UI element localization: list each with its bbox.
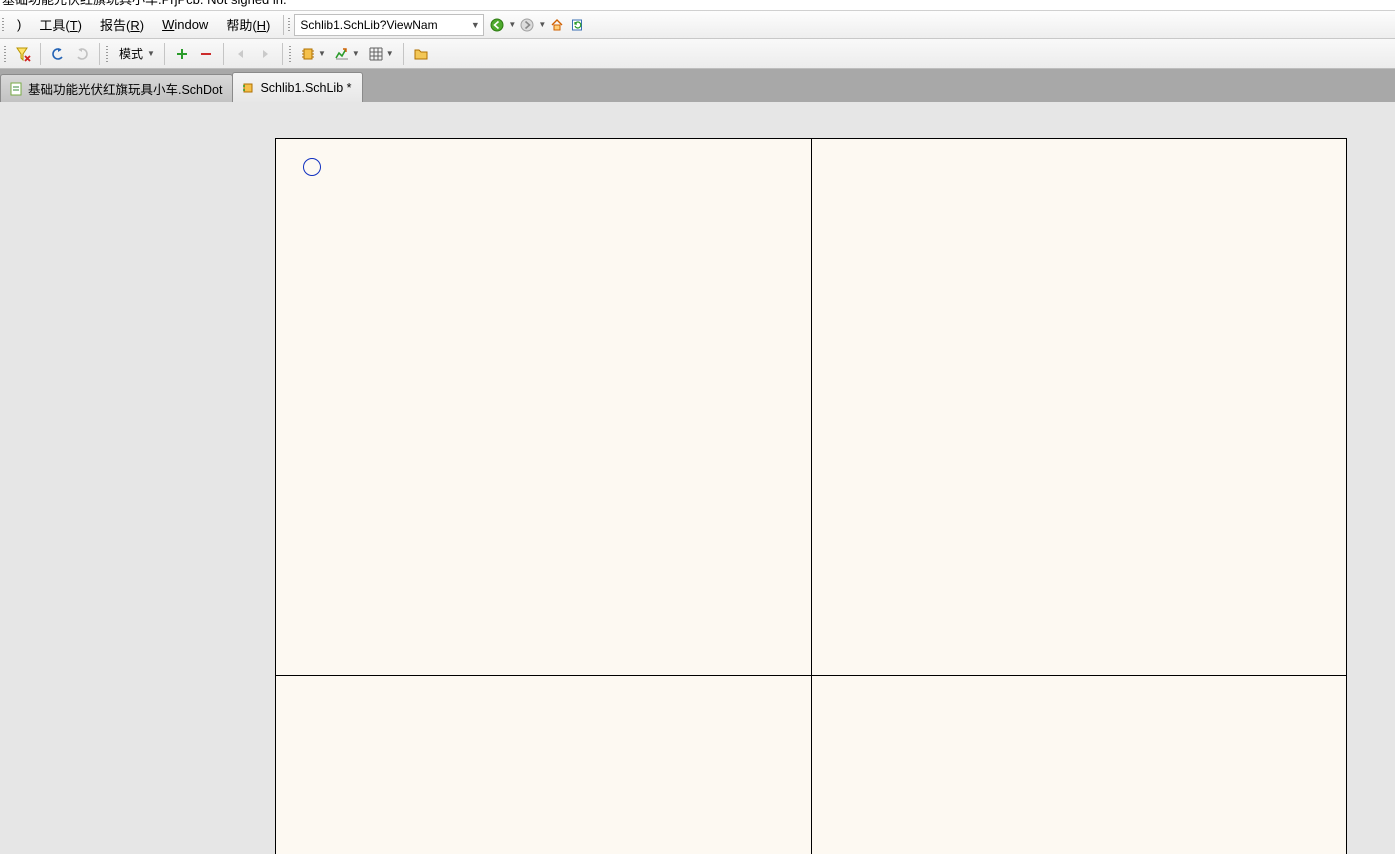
nav-forward-dropdown[interactable]: ▼ — [538, 16, 546, 34]
nav-back-button[interactable] — [488, 16, 506, 34]
chevron-down-icon: ▼ — [318, 49, 326, 58]
folder-icon — [413, 46, 429, 62]
redo-button[interactable] — [71, 42, 93, 66]
nav-back-dropdown[interactable]: ▼ — [508, 16, 516, 34]
toolbar-grip-3[interactable] — [289, 44, 293, 64]
schdoc-icon — [9, 82, 23, 96]
chevron-down-icon[interactable]: ▼ — [468, 20, 482, 30]
undo-button[interactable] — [47, 42, 69, 66]
toolbar-sep-6 — [403, 43, 404, 65]
menu-separator — [283, 15, 284, 35]
funnel-x-icon — [15, 46, 31, 62]
schlib-icon — [241, 81, 255, 95]
menu-help[interactable]: 帮助(H) — [217, 12, 279, 37]
circle-arrow-left-icon — [490, 18, 504, 32]
redo-icon — [74, 46, 90, 62]
chart-line-icon — [334, 46, 350, 62]
chevron-down-icon: ▼ — [386, 49, 394, 58]
nav-forward-button[interactable] — [518, 16, 536, 34]
toolbar-grip-1[interactable] — [4, 44, 8, 64]
place-component-dropdown[interactable]: ▼ — [297, 42, 329, 66]
chip-icon — [300, 46, 316, 62]
editor-workspace[interactable] — [0, 102, 1395, 854]
nav-home-button[interactable] — [548, 16, 566, 34]
schematic-sheet[interactable] — [275, 138, 1347, 854]
sheet-axis-vertical — [811, 139, 812, 854]
mode-label: 模式 — [117, 45, 145, 62]
address-combo[interactable]: Schlib1.SchLib?ViewNam ▼ — [294, 14, 484, 36]
circle-arrow-right-icon — [520, 18, 534, 32]
add-button[interactable] — [171, 42, 193, 66]
grid-dropdown[interactable]: ▼ — [365, 42, 397, 66]
toolbar-sep-1 — [40, 43, 41, 65]
remove-button[interactable] — [195, 42, 217, 66]
menu-window[interactable]: Window — [153, 14, 217, 35]
minus-icon — [200, 48, 212, 60]
toolbar-sep-4 — [223, 43, 224, 65]
toolbar-grip-2[interactable] — [106, 44, 110, 64]
arrow-left-icon — [235, 48, 247, 60]
tab-schdoc[interactable]: 基础功能光伏红旗玩具小车.SchDot — [0, 74, 233, 102]
menu-grip[interactable] — [2, 16, 6, 34]
refresh-icon — [570, 18, 584, 32]
menu-tools[interactable]: 工具(T) — [30, 12, 91, 37]
status-strip: 基础功能光伏红旗玩具小车.PrjPcb. Not signed in. — [0, 0, 1395, 11]
toolbar-sep-2 — [99, 43, 100, 65]
tab-schlib[interactable]: Schlib1.SchLib * — [232, 72, 362, 102]
tab-label: Schlib1.SchLib * — [260, 81, 351, 95]
tab-label: 基础功能光伏红旗玩具小车.SchDot — [28, 79, 222, 98]
plus-icon — [176, 48, 188, 60]
chevron-down-icon: ▼ — [147, 49, 155, 58]
toolbar: 模式 ▼ ▼ ▼ — [0, 39, 1395, 69]
menu-bar: ) 工具(T) 报告(R) Window 帮助(H) Schlib1.SchLi… — [0, 11, 1395, 39]
grid-icon — [368, 46, 384, 62]
status-text: 基础功能光伏红旗玩具小车.PrjPcb. Not signed in. — [2, 0, 287, 6]
next-button[interactable] — [254, 42, 276, 66]
toolbar-sep-5 — [282, 43, 283, 65]
menu-report[interactable]: 报告(R) — [91, 12, 153, 37]
home-icon — [550, 18, 564, 32]
prev-button[interactable] — [230, 42, 252, 66]
menu-fragment[interactable]: ) — [8, 14, 30, 35]
arrow-right-icon — [259, 48, 271, 60]
address-text: Schlib1.SchLib?ViewNam — [300, 18, 468, 32]
document-tabs: 基础功能光伏红旗玩具小车.SchDot Schlib1.SchLib * — [0, 69, 1395, 102]
nav-refresh-button[interactable] — [568, 16, 586, 34]
sheet-axis-horizontal — [276, 675, 1346, 676]
nav-grip[interactable] — [288, 16, 292, 34]
undo-icon — [50, 46, 66, 62]
toolbar-sep-3 — [164, 43, 165, 65]
open-folder-button[interactable] — [410, 42, 432, 66]
origin-marker[interactable] — [303, 158, 321, 176]
chevron-down-icon: ▼ — [352, 49, 360, 58]
mode-dropdown[interactable]: 模式 ▼ — [114, 42, 158, 66]
chart-dropdown[interactable]: ▼ — [331, 42, 363, 66]
clear-filter-button[interactable] — [12, 42, 34, 66]
